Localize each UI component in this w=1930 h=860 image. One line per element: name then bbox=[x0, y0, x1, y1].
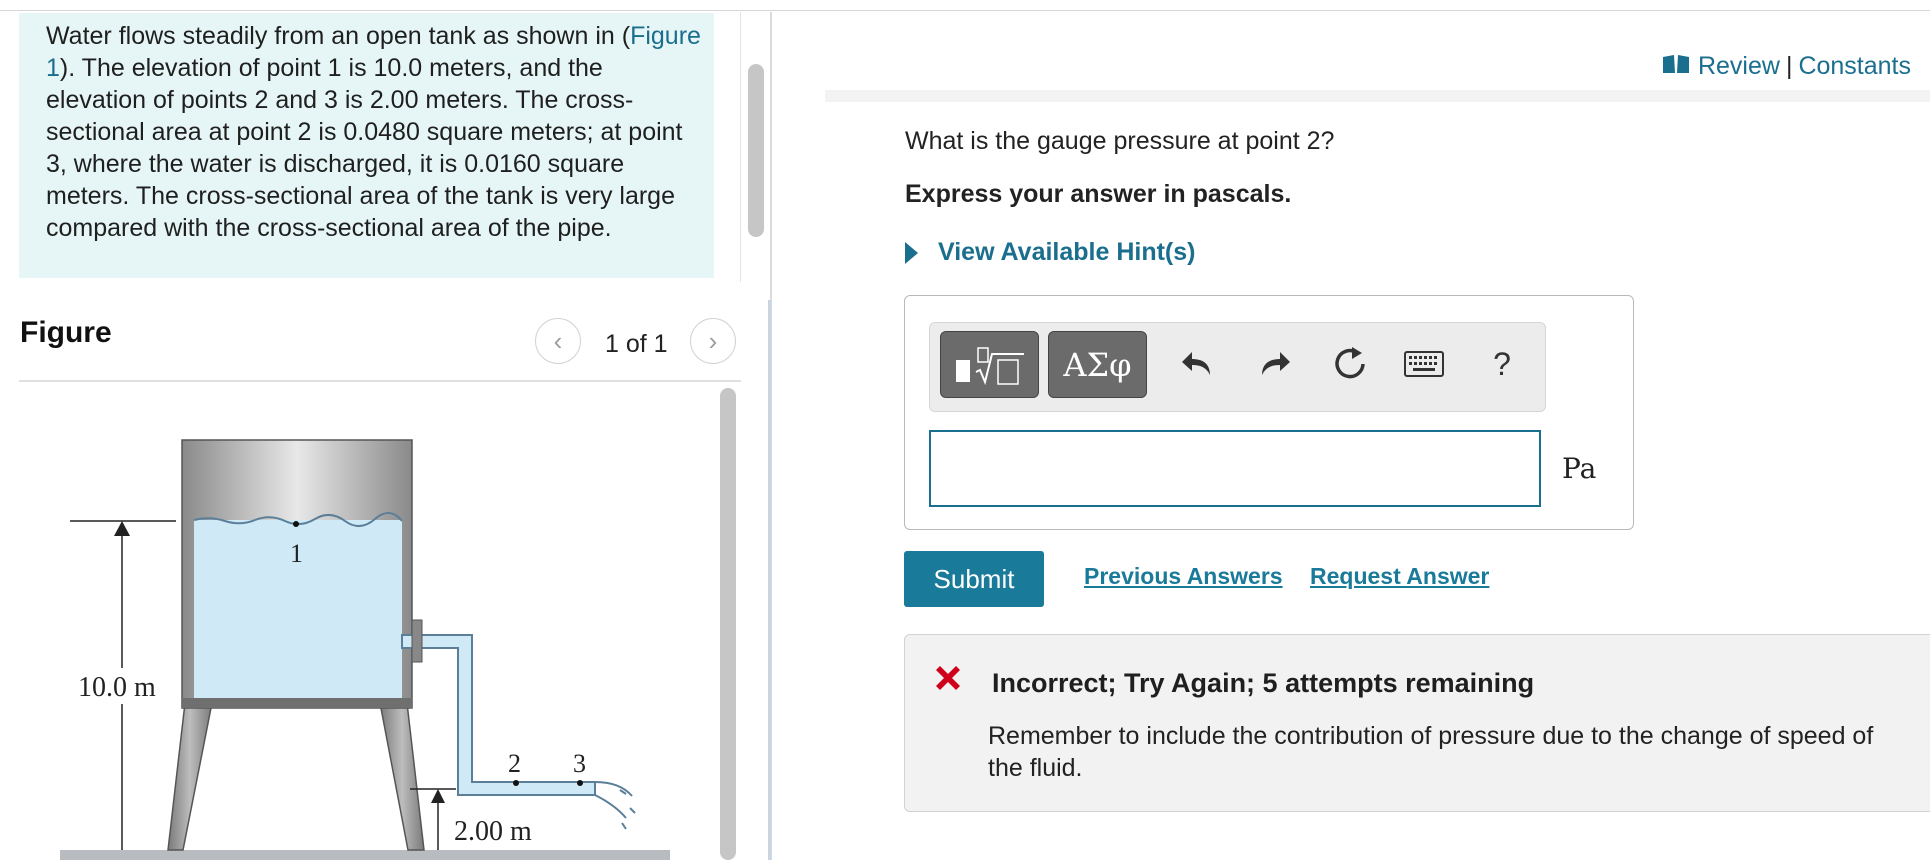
figure-scrollbar[interactable] bbox=[720, 388, 736, 860]
problem-scrollbar[interactable] bbox=[748, 64, 764, 237]
problem-text-start: Water flows steadily from an open tank a… bbox=[46, 22, 631, 50]
tank-diagram: 1 2 3 10.0 m 2.00 m bbox=[60, 439, 670, 860]
feedback-title: Incorrect; Try Again; 5 attempts remaini… bbox=[992, 668, 1535, 698]
feedback-message: Remember to include the contribution of … bbox=[988, 722, 1874, 782]
header-links: Review | Constants bbox=[1662, 52, 1911, 81]
review-link[interactable]: Review bbox=[1698, 52, 1780, 81]
help-button[interactable]: ? bbox=[1480, 342, 1524, 386]
answer-instruction: Express your answer in pascals. bbox=[905, 180, 1292, 208]
problem-text-rest: ). The elevation of point 1 is 10.0 mete… bbox=[46, 54, 683, 242]
hint-label: View Available Hint(s) bbox=[938, 238, 1196, 266]
answer-input[interactable] bbox=[929, 430, 1541, 507]
chevron-left-icon: ‹ bbox=[553, 325, 563, 356]
templates-button[interactable] bbox=[940, 331, 1039, 398]
book-icon bbox=[1662, 52, 1690, 81]
request-answer-link[interactable]: Request Answer bbox=[1310, 563, 1489, 590]
caret-right-icon bbox=[905, 241, 918, 264]
answer-unit: Pa bbox=[1562, 452, 1597, 485]
height-arrow-head bbox=[114, 521, 130, 536]
pane-resize-handle[interactable] bbox=[768, 300, 771, 860]
point-1-label: 1 bbox=[290, 539, 303, 568]
question-header-band bbox=[825, 90, 1930, 102]
keyboard-icon[interactable] bbox=[1402, 342, 1446, 386]
problem-scroll-track bbox=[740, 12, 741, 282]
tank-leg-right bbox=[379, 702, 425, 851]
incorrect-x-icon bbox=[932, 662, 964, 699]
tank-bottom bbox=[182, 698, 412, 708]
top-divider bbox=[0, 10, 1930, 11]
undo-icon[interactable] bbox=[1175, 342, 1219, 386]
symbols-button[interactable]: ΑΣφ bbox=[1048, 331, 1147, 398]
tank-leg-left bbox=[167, 702, 213, 851]
figure-title: Figure bbox=[20, 316, 112, 349]
reset-icon[interactable] bbox=[1328, 342, 1372, 386]
ground bbox=[60, 850, 670, 860]
pipe bbox=[401, 634, 596, 796]
question-prompt: What is the gauge pressure at point 2? bbox=[905, 127, 1335, 155]
height-total-label: 10.0 m bbox=[78, 672, 156, 703]
point-1-marker bbox=[293, 521, 299, 527]
chevron-right-icon: › bbox=[708, 325, 718, 356]
pipe-height-arrow-head bbox=[431, 789, 445, 803]
height-pipe-label: 2.00 m bbox=[454, 816, 532, 847]
point-2-label: 2 bbox=[508, 749, 521, 778]
view-hints-toggle[interactable]: View Available Hint(s) bbox=[905, 238, 1195, 267]
redo-icon[interactable] bbox=[1253, 342, 1297, 386]
point-3-label: 3 bbox=[573, 749, 586, 778]
point-3-marker bbox=[577, 780, 583, 786]
next-figure-button[interactable]: › bbox=[690, 318, 736, 364]
header-separator: | bbox=[1785, 52, 1793, 80]
problem-statement: Water flows steadily from an open tank a… bbox=[46, 20, 706, 244]
pipe-flange bbox=[411, 619, 423, 663]
constants-link[interactable]: Constants bbox=[1798, 52, 1911, 81]
previous-figure-button[interactable]: ‹ bbox=[535, 318, 581, 364]
templates-icon bbox=[955, 346, 1024, 385]
previous-answers-link[interactable]: Previous Answers bbox=[1084, 563, 1283, 590]
figure-divider bbox=[19, 380, 741, 382]
discharge-spray bbox=[594, 781, 636, 830]
point-2-marker bbox=[513, 780, 519, 786]
figure-page-counter: 1 of 1 bbox=[605, 330, 668, 358]
submit-button[interactable]: Submit bbox=[904, 551, 1044, 607]
